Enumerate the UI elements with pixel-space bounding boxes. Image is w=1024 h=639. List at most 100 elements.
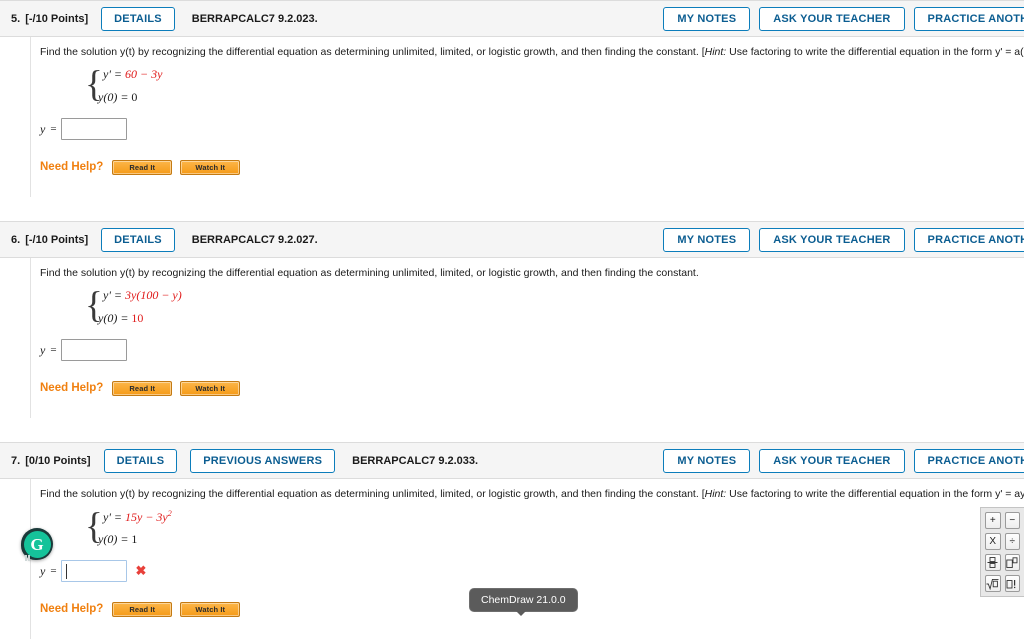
answer-row-5: y =: [31, 117, 1024, 141]
problem-header-actions-6: MY NOTES ASK YOUR TEACHER PRACTICE ANOTH…: [654, 222, 1024, 257]
question-main-6: Find the solution y(t) by recognizing th…: [40, 267, 699, 279]
read-it-button-7[interactable]: Read It: [112, 601, 173, 617]
grammarly-letter: G: [30, 534, 44, 554]
read-it-button-6[interactable]: Read It: [112, 380, 173, 396]
keypad-row: X ÷: [985, 533, 1024, 550]
differential-equation-6: y' = 3y(100 − y): [103, 288, 182, 303]
watch-it-button-5[interactable]: Watch It: [180, 159, 241, 175]
read-it-button-5[interactable]: Read It: [112, 159, 173, 175]
equation-exponent-7: 2: [167, 509, 172, 518]
chemdraw-tooltip: ChemDraw 21.0.0: [469, 588, 578, 616]
answer-label-7: y: [40, 563, 46, 578]
answer-label-5: y: [40, 121, 46, 136]
problem-block-5: 5. [-/10 Points] DETAILS BERRAPCALC7 9.2…: [0, 0, 1024, 197]
equation-system-5: { y' = 60 − 3y y(0) = 0: [85, 64, 1024, 111]
differential-equation-7: y' = 15y − 3y2: [103, 509, 172, 525]
grammarly-icon[interactable]: G: [21, 528, 53, 561]
answer-input-5[interactable]: [60, 118, 127, 140]
initial-lhs-6: y(0) =: [98, 311, 129, 325]
need-help-label-7: Need Help?: [40, 603, 104, 615]
equation-lhs-5: y' =: [103, 67, 122, 81]
problem-points-6: [-/10 Points]: [25, 233, 89, 246]
problem-code-7: BERRAPCALC7 9.2.033.: [352, 454, 479, 467]
question-hint-5: [Hint: Use factoring to write the differ…: [702, 46, 1024, 58]
need-help-label-6: Need Help?: [40, 382, 104, 394]
problem-code-5: BERRAPCALC7 9.2.023.: [191, 12, 318, 25]
exponent-icon[interactable]: [1004, 554, 1020, 571]
details-button-5[interactable]: DETAILS: [101, 6, 175, 31]
differential-equation-5: y' = 60 − 3y: [103, 67, 162, 82]
answer-label-6: y: [40, 342, 46, 357]
keypad-row: [985, 575, 1024, 592]
hint-word-7: Hint:: [704, 488, 727, 500]
factorial-icon[interactable]: [1004, 575, 1020, 592]
keypad-row: [985, 554, 1024, 571]
problem-header-7: 7. [0/10 Points] DETAILS PREVIOUS ANSWER…: [0, 442, 1024, 479]
answer-input-7[interactable]: [60, 560, 127, 582]
grammarly-drag-handle[interactable]: [25, 548, 31, 561]
problem-block-6: 6. [-/10 Points] DETAILS BERRAPCALC7 9.2…: [0, 221, 1024, 418]
incorrect-icon: ✖: [135, 563, 147, 578]
my-notes-button-7[interactable]: MY NOTES: [663, 448, 751, 473]
hint-word-5: Hint:: [704, 46, 727, 58]
times-icon[interactable]: X: [985, 533, 1001, 550]
plus-icon[interactable]: +: [985, 512, 1001, 529]
minus-icon[interactable]: −: [1004, 512, 1020, 529]
problem-body-6: Find the solution y(t) by recognizing th…: [30, 258, 1024, 418]
hint-text-5: Use factoring to write the differential …: [729, 46, 1024, 58]
my-notes-button-6[interactable]: MY NOTES: [663, 227, 751, 252]
tooltip-arrow-icon: [514, 609, 528, 616]
initial-condition-5: y(0) = 0: [98, 90, 137, 105]
divide-icon[interactable]: ÷: [1004, 533, 1020, 550]
question-text-7: Find the solution y(t) by recognizing th…: [31, 479, 1024, 501]
assignment-page: 5. [-/10 Points] DETAILS BERRAPCALC7 9.2…: [0, 0, 1024, 639]
initial-condition-6: y(0) = 10: [98, 311, 143, 326]
keypad-row: + −: [985, 512, 1024, 529]
sqrt-icon[interactable]: [985, 575, 1001, 592]
initial-rhs-7: 1: [131, 532, 138, 546]
answer-equals-6: =: [50, 344, 57, 356]
previous-answers-button-7[interactable]: PREVIOUS ANSWERS: [190, 448, 336, 473]
need-help-row-5: Need Help? Read It Watch It: [31, 159, 1024, 175]
my-notes-button-5[interactable]: MY NOTES: [663, 6, 751, 31]
problem-number-5: 5.: [11, 12, 21, 25]
question-main-5: Find the solution y(t) by recognizing th…: [40, 46, 699, 58]
details-button-7[interactable]: DETAILS: [103, 448, 178, 473]
equation-system-6: { y' = 3y(100 − y) y(0) = 10: [85, 285, 1024, 332]
answer-row-7: y = ✖: [31, 559, 1024, 583]
initial-rhs-5: 0: [131, 90, 138, 104]
answer-equals-5: =: [50, 123, 57, 135]
question-hint-7: [Hint: Use factoring to write the differ…: [702, 488, 1024, 500]
equation-lhs-7: y' =: [103, 510, 122, 524]
problem-number-7: 7.: [11, 454, 21, 467]
practice-another-button-5[interactable]: PRACTICE ANOTHER: [913, 6, 1024, 31]
watch-it-button-6[interactable]: Watch It: [180, 380, 241, 396]
text-caret: [65, 564, 67, 579]
watch-it-button-7[interactable]: Watch It: [180, 601, 241, 617]
answer-equals-7: =: [50, 565, 57, 577]
initial-lhs-5: y(0) =: [98, 90, 129, 104]
equation-system-7: { y' = 15y − 3y2 y(0) = 1: [85, 506, 1024, 553]
problem-points-5: [-/10 Points]: [25, 12, 89, 25]
ask-your-teacher-button-5[interactable]: ASK YOUR TEACHER: [759, 6, 905, 31]
question-text-5: Find the solution y(t) by recognizing th…: [31, 37, 1024, 59]
initial-rhs-6: 10: [131, 311, 144, 325]
problem-number-6: 6.: [11, 233, 21, 246]
equation-rhs-7: 15y − 3y: [125, 510, 168, 524]
math-keypad: + − X ÷: [980, 507, 1024, 597]
ask-your-teacher-button-6[interactable]: ASK YOUR TEACHER: [759, 227, 905, 252]
ask-your-teacher-button-7[interactable]: ASK YOUR TEACHER: [759, 448, 905, 473]
problem-points-7: [0/10 Points]: [25, 454, 91, 467]
practice-another-button-7[interactable]: PRACTICE ANOTHER: [913, 448, 1024, 473]
problem-code-6: BERRAPCALC7 9.2.027.: [191, 233, 318, 246]
hint-text-7: Use factoring to write the differential …: [729, 488, 1024, 500]
equation-rhs-5: 60 − 3y: [125, 67, 163, 81]
practice-another-button-6[interactable]: PRACTICE ANOTHER: [913, 227, 1024, 252]
problem-body-5: Find the solution y(t) by recognizing th…: [30, 37, 1024, 197]
answer-input-6[interactable]: [60, 339, 127, 361]
answer-row-6: y =: [31, 338, 1024, 362]
details-button-6[interactable]: DETAILS: [101, 227, 175, 252]
problem-header-actions-5: MY NOTES ASK YOUR TEACHER PRACTICE ANOTH…: [654, 1, 1024, 36]
fraction-icon[interactable]: [985, 554, 1001, 571]
initial-condition-7: y(0) = 1: [98, 532, 137, 547]
